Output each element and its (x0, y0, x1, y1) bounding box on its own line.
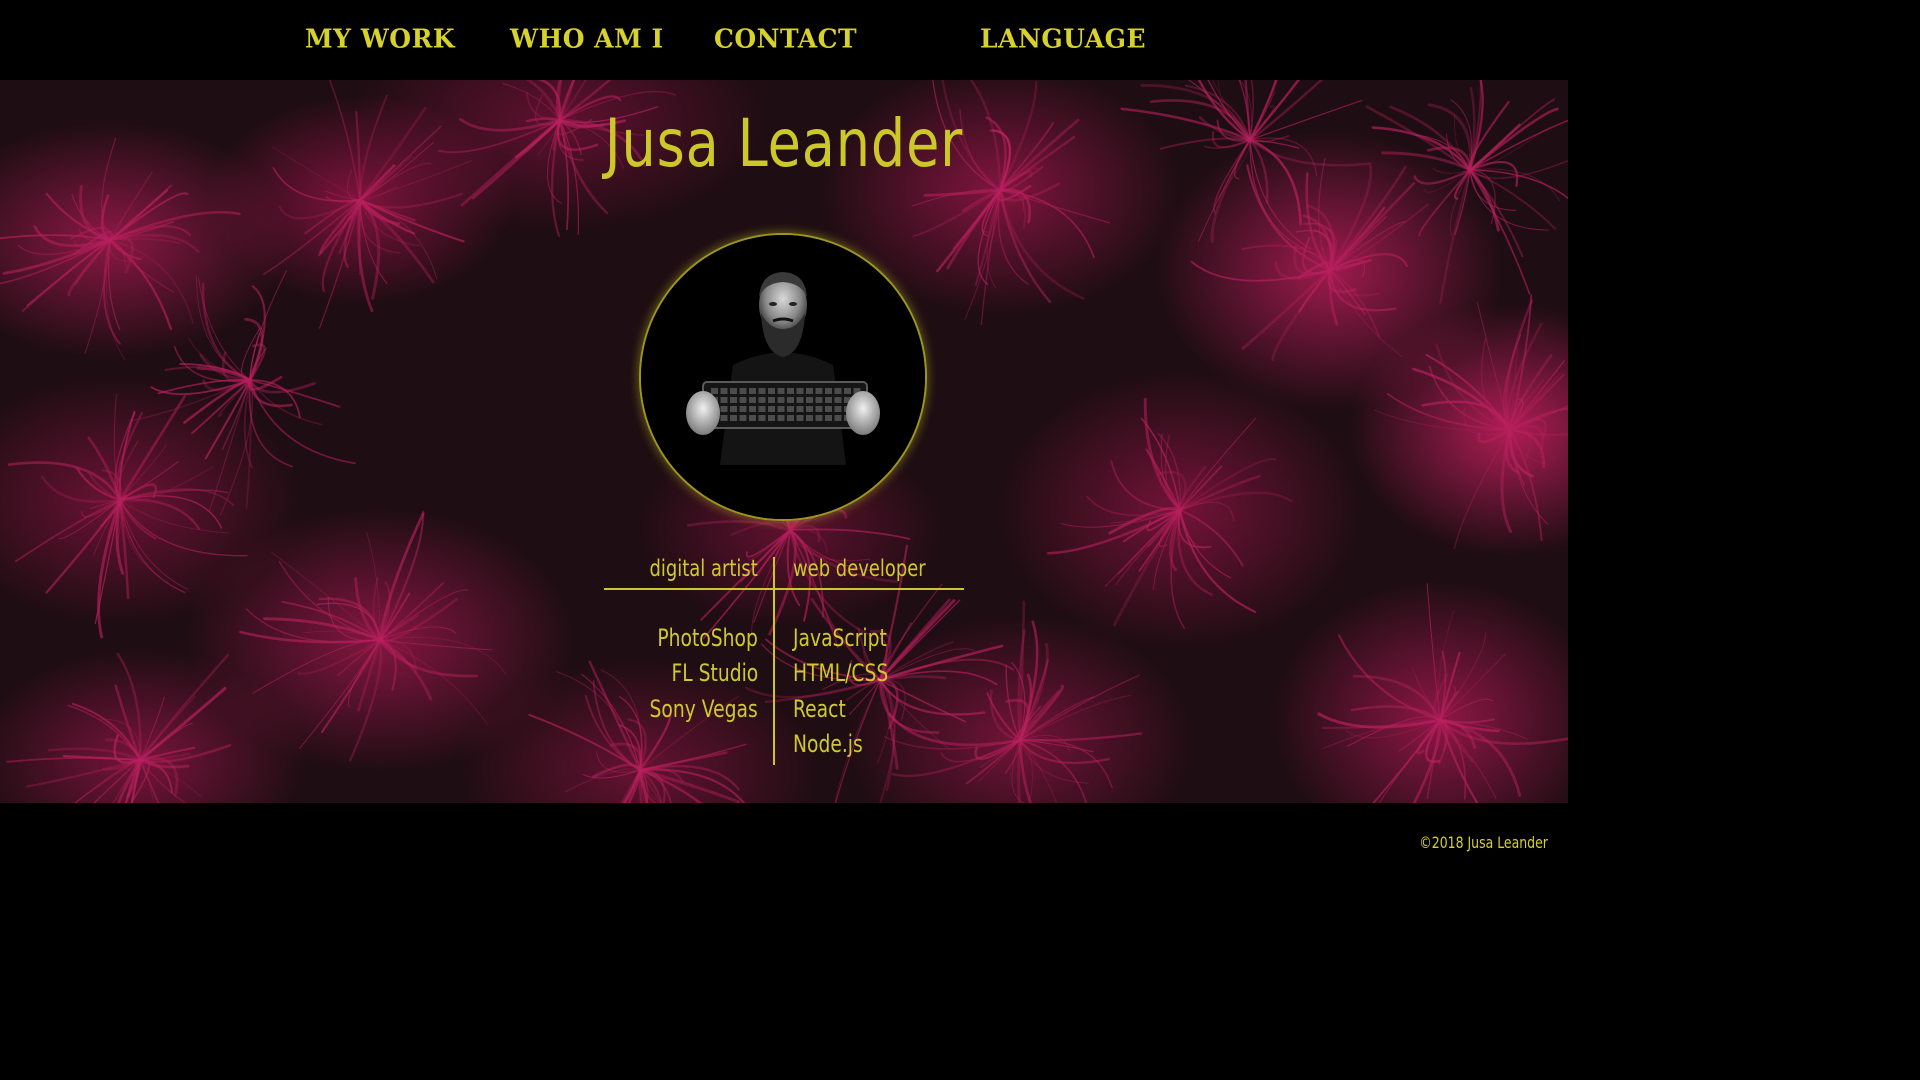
skill-label: React (793, 695, 846, 723)
skill-label: Sony Vegas (649, 695, 758, 723)
skill-label: Node.js (793, 730, 863, 758)
person-with-keyboard-image (641, 235, 925, 519)
skill-label: HTML/CSS (793, 659, 889, 687)
skill-label: JavaScript (793, 624, 887, 652)
skill-item: Sony Vegas (619, 695, 758, 723)
skills-heading-digital-artist: digital artist (619, 556, 758, 582)
copyright-text: ©2018 Jusa Leander (1383, 833, 1548, 852)
skill-item: PhotoShop (629, 624, 758, 652)
skill-label: FL Studio (671, 659, 758, 687)
page-title: Jusa Leander (604, 105, 964, 182)
skill-item: JavaScript (793, 624, 913, 652)
skills-heading-label: web developer (793, 556, 926, 582)
skill-item: React (793, 695, 861, 723)
nav-link-who-am-i[interactable]: WHO AM I (510, 23, 664, 53)
copyright-label: ©2018 Jusa Leander (1419, 833, 1548, 852)
footer: ©2018 Jusa Leander (0, 803, 1568, 882)
skills-divider-vertical (773, 557, 775, 765)
nav-link-contact[interactable]: CONTACT (714, 23, 857, 53)
skill-item: Node.js (793, 730, 882, 758)
skill-item: HTML/CSS (793, 659, 915, 687)
profile-photo (641, 235, 925, 519)
top-navigation: MY WORK WHO AM I CONTACT LANGUAGE (0, 0, 1568, 80)
skill-item: FL Studio (647, 659, 758, 687)
nav-link-my-work[interactable]: MY WORK (305, 23, 455, 53)
nav-link-language[interactable]: LANGUAGE (980, 23, 1146, 53)
skills-divider-horizontal (604, 588, 964, 590)
skills-heading-label: digital artist (649, 556, 758, 582)
skill-label: PhotoShop (657, 624, 758, 652)
skills-heading-web-developer: web developer (793, 556, 963, 582)
